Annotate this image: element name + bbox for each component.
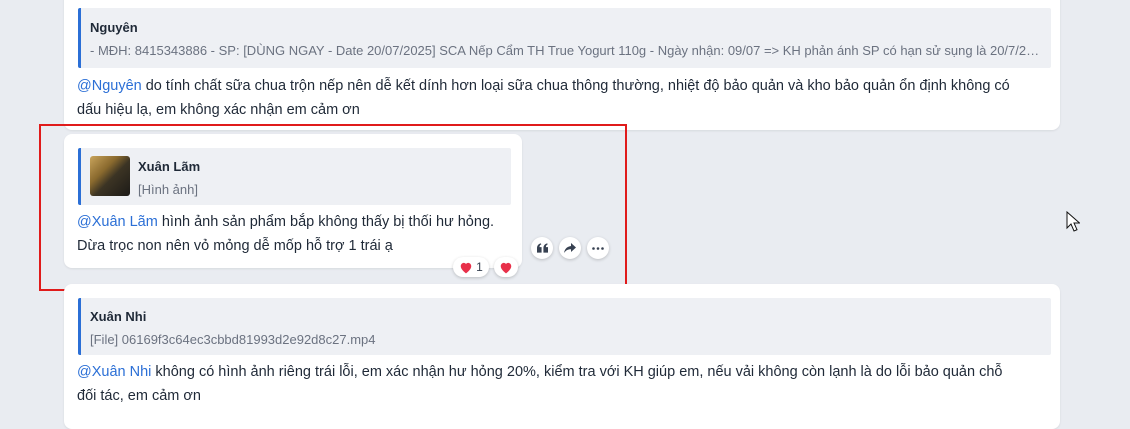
message-text: @Nguyên do tính chất sữa chua trộn nếp n…: [77, 78, 1010, 118]
reply-quote[interactable]: Nguyên - MĐH: 8415343886 - SP: [DÙNG NGA…: [78, 8, 1051, 68]
reply-quote[interactable]: Xuân Nhi [File] 06169f3c64ec3cbbd81993d2…: [78, 298, 1051, 355]
cursor-icon: [1066, 211, 1080, 232]
quote-text: [File] 06169f3c64ec3cbbd81993d2e92d8c27.…: [90, 332, 376, 347]
quote-text: - MĐH: 8415343886 - SP: [DÙNG NGAY - Dat…: [90, 43, 1042, 58]
message-bubble-nguyen: Nguyên - MĐH: 8415343886 - SP: [DÙNG NGA…: [64, 0, 1060, 130]
message-text: @Xuân Nhi không có hình ảnh riêng trái l…: [77, 364, 1003, 404]
quote-author: Xuân Nhi: [90, 309, 147, 324]
quote-author: Nguyên: [90, 20, 138, 35]
mention-link[interactable]: @Nguyên: [77, 78, 142, 94]
mention-link[interactable]: @Xuân Nhi: [77, 364, 151, 380]
highlight-box: [39, 124, 627, 291]
message-bubble-xuan-nhi: Xuân Nhi [File] 06169f3c64ec3cbbd81993d2…: [64, 284, 1060, 429]
